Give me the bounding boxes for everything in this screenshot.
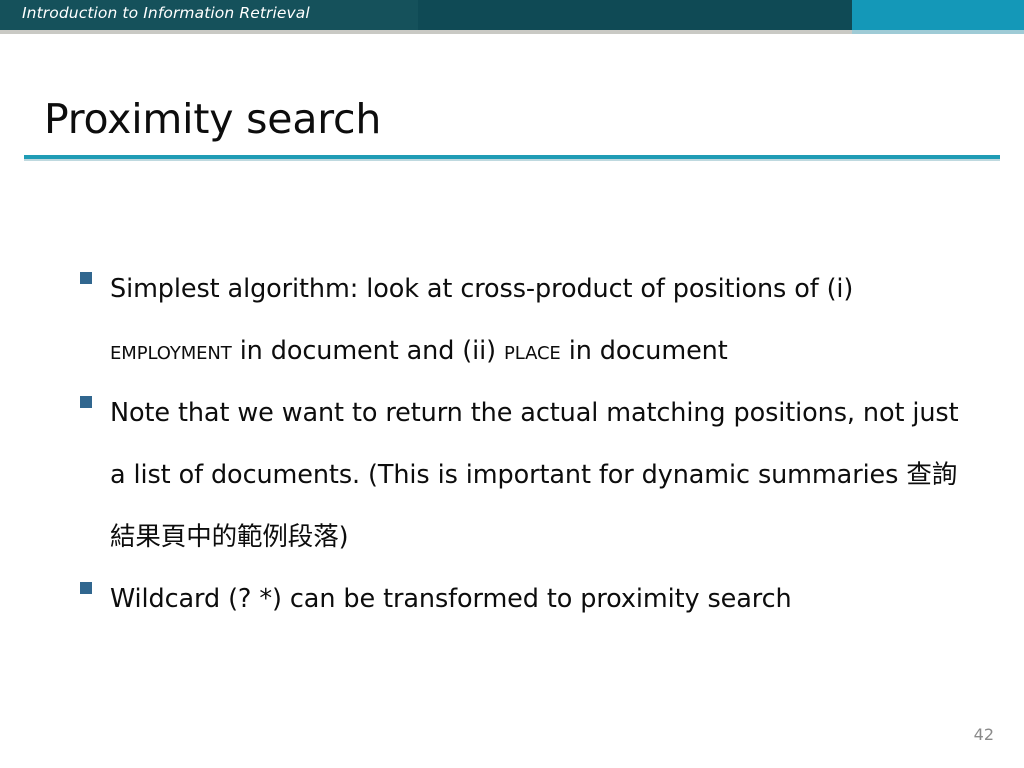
banner-title: Introduction to Information Retrieval (22, 4, 310, 22)
list-item: Note that we want to return the actual m… (80, 382, 960, 568)
top-banner: Introduction to Information Retrieval (0, 0, 1024, 30)
bullet-text-1: Note that we want to return the actual m… (110, 382, 960, 568)
text-run-normal: in document (560, 336, 728, 366)
text-run-normal: Simplest algorithm: look at cross-produc… (110, 274, 854, 304)
square-bullet-icon (80, 272, 92, 284)
slide-body: Simplest algorithm: look at cross-produc… (80, 258, 960, 630)
list-item: Wildcard (? *) can be transformed to pro… (80, 568, 960, 630)
bullet-text-2: Wildcard (? *) can be transformed to pro… (110, 568, 960, 630)
text-run-normal: Note that we want to return the actual m… (110, 398, 959, 490)
banner-accent-block (852, 0, 1024, 30)
bullet-text-0: Simplest algorithm: look at cross-produc… (110, 258, 960, 382)
page-title: Proximity search (44, 95, 382, 143)
list-item: Simplest algorithm: look at cross-produc… (80, 258, 960, 382)
text-run-smallcaps: Place (503, 336, 561, 366)
text-run-smallcaps: Employment (110, 336, 232, 366)
text-run-normal: Wildcard (? *) can be transformed to pro… (110, 584, 792, 614)
square-bullet-icon (80, 396, 92, 408)
banner-underline-accent (852, 30, 1024, 34)
text-run-normal: in document and (ii) (231, 336, 504, 366)
page-number: 42 (973, 725, 994, 744)
title-divider-shadow (24, 159, 1000, 161)
text-run-normal: ) (338, 522, 349, 552)
square-bullet-icon (80, 582, 92, 594)
